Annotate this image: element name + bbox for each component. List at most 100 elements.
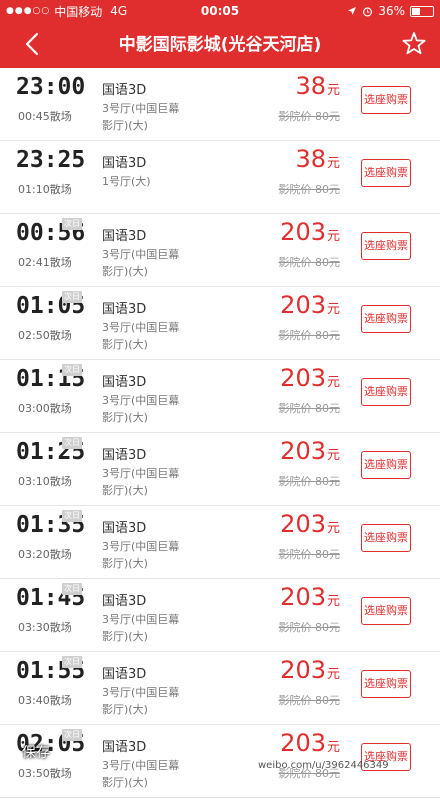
status-right: 36% (347, 0, 434, 22)
price-unit: 元 (326, 667, 340, 682)
price: 203元 (280, 729, 340, 757)
price-unit: 元 (326, 302, 340, 317)
showtime-list: 23:00 00:45散场 国语3D 3号厅(中国巨幕影厅)(大) 38元 影院价 80元… (0, 68, 440, 798)
end-time: 03:10散场 (18, 475, 72, 488)
hall-name: 1号厅(大) (102, 175, 151, 188)
original-price: 影院价 80元 (278, 548, 341, 561)
showtime-row[interactable]: 01:35 次日 03:20散场 国语3D 3号厅(中国巨幕影厅)(大) 203元 影院价 … (0, 506, 440, 579)
language-format: 国语3D (102, 594, 147, 609)
next-day-badge: 次日 (62, 510, 82, 522)
original-price: 影院价 80元 (278, 183, 341, 196)
hall-name: 3号厅(中国巨幕影厅)(大) (102, 540, 180, 570)
start-time: 23:00 (16, 74, 86, 100)
star-outline-icon[interactable] (400, 30, 428, 58)
end-time: 00:45散场 (18, 110, 72, 123)
showtime-row[interactable]: 01:15 次日 03:00散场 国语3D 3号厅(中国巨幕影厅)(大) 203元 影院价 … (0, 360, 440, 433)
language-format: 国语3D (102, 375, 147, 390)
select-seat-button[interactable]: 选座购票 (361, 378, 411, 406)
price: 38元 (295, 145, 340, 173)
battery-percent: 36% (378, 4, 405, 18)
location-arrow-icon (348, 7, 357, 15)
showtime-row[interactable]: 01:25 次日 03:10散场 国语3D 3号厅(中国巨幕影厅)(大) 203元 影院价 … (0, 433, 440, 506)
original-price: 影院价 80元 (278, 256, 341, 269)
price: 203元 (280, 364, 340, 392)
battery-icon (410, 5, 434, 17)
original-price: 影院价 80元 (278, 621, 341, 634)
next-day-badge: 次日 (62, 437, 82, 449)
original-price: 影院价 80元 (278, 402, 341, 415)
price-unit: 元 (326, 521, 340, 536)
language-format: 国语3D (102, 740, 147, 755)
showtime-row[interactable]: 01:55 次日 03:40散场 国语3D 3号厅(中国巨幕影厅)(大) 203元 影院价 … (0, 652, 440, 725)
price: 203元 (280, 218, 340, 246)
price: 203元 (280, 656, 340, 684)
price-unit: 元 (326, 156, 340, 171)
select-seat-button[interactable]: 选座购票 (361, 597, 411, 625)
status-bar: ●●●○○ 中国移动 4G 00:05 36% (0, 0, 440, 22)
select-seat-button[interactable]: 选座购票 (361, 305, 411, 333)
end-time: 03:20散场 (18, 548, 72, 561)
nav-bar: 中影国际影城(光谷天河店) (0, 22, 440, 68)
price-value: 203 (280, 364, 326, 392)
chevron-left-icon[interactable] (18, 29, 48, 59)
end-time: 02:41散场 (18, 256, 72, 269)
price-value: 38 (295, 145, 326, 173)
next-day-badge: 次日 (62, 729, 82, 741)
price: 203元 (280, 437, 340, 465)
price: 38元 (295, 72, 340, 100)
price-value: 203 (280, 729, 326, 757)
hall-name: 3号厅(中国巨幕影厅)(大) (102, 321, 180, 351)
hall-name: 3号厅(中国巨幕影厅)(大) (102, 613, 180, 643)
language-format: 国语3D (102, 156, 147, 171)
showtime-row[interactable]: 01:45 次日 03:30散场 国语3D 3号厅(中国巨幕影厅)(大) 203元 影院价 … (0, 579, 440, 652)
language-format: 国语3D (102, 448, 147, 463)
end-time: 01:10散场 (18, 183, 72, 196)
next-day-badge: 次日 (62, 583, 82, 595)
price: 203元 (280, 510, 340, 538)
hall-name: 3号厅(中国巨幕影厅)(大) (102, 248, 180, 278)
language-format: 国语3D (102, 302, 147, 317)
price-value: 203 (280, 437, 326, 465)
price-unit: 元 (326, 448, 340, 463)
original-price: 影院价 80元 (278, 329, 341, 342)
showtime-row[interactable]: 00:56 次日 02:41散场 国语3D 3号厅(中国巨幕影厅)(大) 203元 影院价 … (0, 214, 440, 287)
price-value: 203 (280, 218, 326, 246)
select-seat-button[interactable]: 选座购票 (361, 232, 411, 260)
alarm-clock-icon (363, 6, 373, 16)
next-day-badge: 次日 (62, 364, 82, 376)
showtime-row[interactable]: 23:25 01:10散场 国语3D 1号厅(大) 38元 影院价 80元 选座购票 (0, 141, 440, 214)
select-seat-button[interactable]: 选座购票 (361, 159, 411, 187)
price-value: 203 (280, 656, 326, 684)
end-time: 03:50散场 (18, 767, 72, 780)
language-format: 国语3D (102, 521, 147, 536)
original-price: 影院价 80元 (278, 110, 341, 123)
select-seat-button[interactable]: 选座购票 (361, 86, 411, 114)
price-value: 38 (295, 72, 326, 100)
watermark-text: weibo.com/u/3962446349 (258, 760, 389, 771)
original-price: 影院价 80元 (278, 694, 341, 707)
price-value: 203 (280, 583, 326, 611)
select-seat-button[interactable]: 选座购票 (361, 451, 411, 479)
price-unit: 元 (326, 229, 340, 244)
network-type: 4G (110, 4, 128, 18)
price-value: 203 (280, 291, 326, 319)
language-format: 国语3D (102, 229, 147, 244)
hall-name: 3号厅(中国巨幕影厅)(大) (102, 102, 180, 132)
price-unit: 元 (326, 740, 340, 755)
price: 203元 (280, 583, 340, 611)
save-overlay-label[interactable]: 保存 (22, 742, 50, 762)
language-format: 国语3D (102, 83, 147, 98)
signal-strength: ●●●○○ (6, 6, 51, 16)
hall-name: 3号厅(中国巨幕影厅)(大) (102, 394, 180, 424)
next-day-badge: 次日 (62, 291, 82, 303)
price-unit: 元 (326, 594, 340, 609)
price-unit: 元 (326, 83, 340, 98)
language-format: 国语3D (102, 667, 147, 682)
end-time: 03:40散场 (18, 694, 72, 707)
showtime-row[interactable]: 01:05 次日 02:50散场 国语3D 3号厅(中国巨幕影厅)(大) 203元 影院价 … (0, 287, 440, 360)
select-seat-button[interactable]: 选座购票 (361, 524, 411, 552)
showtime-row[interactable]: 23:00 00:45散场 国语3D 3号厅(中国巨幕影厅)(大) 38元影院价 80元… (0, 68, 440, 141)
hall-name: 3号厅(中国巨幕影厅)(大) (102, 467, 180, 497)
price-unit: 元 (326, 375, 340, 390)
select-seat-button[interactable]: 选座购票 (361, 670, 411, 698)
